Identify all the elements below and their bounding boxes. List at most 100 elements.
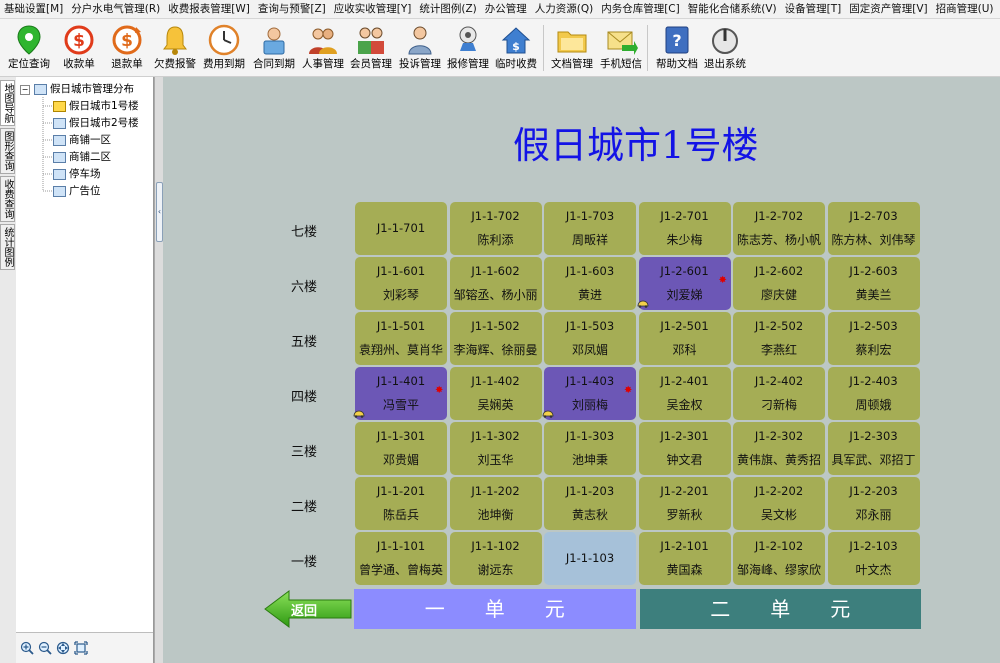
unit-code: J1-1-103 [565,551,615,565]
menu-item-1[interactable]: 分户水电气管理(R) [67,0,164,18]
unit-cell[interactable]: J1-2-301 钟文君 [638,422,731,475]
unit-cell[interactable]: J1-2-602 廖庆健 [733,257,825,310]
unit-cell[interactable]: J1-1-702 陈利添 [449,202,542,255]
unit-code: J1-1-702 [471,209,520,223]
unit-cell[interactable]: J1-1-301 邓贵媚 [355,422,447,475]
toolbar-button-11[interactable]: 文档管理 [547,21,597,75]
unit-cell[interactable]: J1-1-703 周畈祥 [544,202,636,255]
menu-item-5[interactable]: 统计图例(Z) [415,0,480,18]
unit-cell[interactable]: J1-1-202 池坤衡 [449,477,542,530]
people-icon [309,28,337,54]
tree-item-0[interactable]: 假日城市1号楼 [53,98,139,114]
unit-cell[interactable]: J1-1-602 邹镕丞、杨小丽 [449,257,542,310]
toolbar-button-12[interactable]: 手机短信 [596,21,646,75]
tree-item-4[interactable]: 停车场 [53,166,101,182]
unit-cell[interactable]: J1-1-303 池坤秉 [544,422,636,475]
toolbar-button-3[interactable]: 欠费报警 [150,21,200,75]
vtab-0[interactable]: 地图导航 [0,80,15,126]
toolbar-button-8[interactable]: 投诉管理 [395,21,445,75]
unit-cell[interactable]: J1-2-202 吴文彬 [733,477,825,530]
unit-cell[interactable]: J1-1-503 邓凤媚 [544,312,636,365]
toolbar-button-5[interactable]: 合同到期 [249,21,299,75]
unit-owner: 李海辉、徐丽曼 [453,343,538,357]
unit-cell[interactable]: J1-1-101 曾学通、曾梅英 [355,532,447,585]
unit-header-0[interactable]: 一 单 元 [354,589,636,629]
unit-cell[interactable]: J1-1-502 李海辉、徐丽曼 [449,312,542,365]
unit-cell[interactable]: J1-2-102 邹海峰、缪家欣 [733,532,825,585]
menu-item-4[interactable]: 应收实收管理[Y] [330,0,416,18]
tree-item-2[interactable]: 商铺一区 [53,132,111,148]
unit-cell[interactable]: J1-2-702 陈志芳、杨小帆 [733,202,825,255]
toolbar-button-14[interactable]: 退出系统 [700,21,750,75]
unit-cell[interactable]: J1-2-502 李燕红 [733,312,825,365]
panel-splitter[interactable]: ‹ [154,77,163,663]
menu-item-8[interactable]: 内务仓库管理[C] [597,0,684,18]
unit-cell[interactable]: J1-2-201 罗新秋 [638,477,731,530]
menu-item-0[interactable]: 基础设置[M] [0,0,67,18]
unit-cell[interactable]: J1-1-601 刘彩琴 [355,257,447,310]
tree-item-5[interactable]: 广告位 [53,183,101,199]
unit-code: J1-1-503 [565,319,615,333]
unit-cell[interactable]: J1-1-403 刘丽梅 ✸ [542,367,636,420]
unit-cell[interactable]: J1-1-603 黄进 [544,257,636,310]
menu-item-9[interactable]: 智能化合储系统(V) [684,0,781,18]
menu-item-11[interactable]: 固定资产管理[V] [845,0,931,18]
toolbar-button-7[interactable]: 会员管理 [346,21,396,75]
unit-cell[interactable]: J1-2-101 黄国森 [638,532,731,585]
zoom-in-icon[interactable] [20,641,34,655]
menu-item-3[interactable]: 查询与预警[Z] [254,0,330,18]
back-button[interactable]: 返回 [263,589,355,629]
unit-cell[interactable]: J1-2-302 黄伟旗、黄秀招 [733,422,825,475]
unit-cell[interactable]: J1-1-501 袁翔州、莫肖华 [355,312,447,365]
unit-code: J1-2-102 [754,539,804,553]
unit-cell[interactable]: J1-1-103 [544,532,636,585]
toolbar-button-9[interactable]: 报修管理 [443,21,493,75]
menu-item-7[interactable]: 人力资源(Q) [531,0,597,18]
unit-cell[interactable]: J1-1-402 吴娴英 [449,367,542,420]
unit-cell[interactable]: J1-2-603 黄美兰 [827,257,920,310]
unit-cell[interactable]: J1-1-701 [355,202,447,255]
vtab-3[interactable]: 统计图例 [0,224,15,270]
unit-cell[interactable]: J1-2-503 蔡利宏 [827,312,920,365]
toolbar-button-6[interactable]: 人事管理 [298,21,348,75]
toolbar-button-13[interactable]: ? 帮助文档 [652,21,702,75]
vtab-1[interactable]: 图形查询 [0,128,15,174]
unit-cell[interactable]: J1-2-402 刁新梅 [733,367,825,420]
menu-item-10[interactable]: 设备管理[T] [781,0,846,18]
unit-cell[interactable]: J1-2-403 周顿娥 [827,367,920,420]
menu-item-6[interactable]: 办公管理 [481,0,531,18]
unit-cell[interactable]: J1-2-601 刘爱娣 ✸ [637,257,731,310]
unit-cell[interactable]: J1-1-201 陈岳兵 [355,477,447,530]
toolbar-button-1[interactable]: $ 收款单 [54,21,104,75]
zoom-out-icon[interactable] [38,641,52,655]
pan-icon[interactable] [56,641,70,655]
toolbar-button-2[interactable]: $ 退款单 [102,21,152,75]
unit-cell[interactable]: J1-1-302 刘玉华 [449,422,542,475]
menu-item-2[interactable]: 收费报表管理[W] [164,0,254,18]
unit-cell[interactable]: J1-2-203 邓永丽 [827,477,920,530]
unit-cell[interactable]: J1-2-303 具军武、邓招丁 [827,422,920,475]
vehicle-icon [637,300,648,308]
vtab-2[interactable]: 收费查询 [0,176,15,222]
tree-item-3[interactable]: 商铺二区 [53,149,111,165]
menu-item-12[interactable]: 招商管理(U) [932,0,998,18]
toolbar-button-4[interactable]: 费用到期 [199,21,249,75]
toolbar-button-10[interactable]: $ 临时收费 [491,21,541,75]
fit-extent-icon[interactable] [74,641,88,655]
toolbar-button-0[interactable]: 定位查询 [4,21,54,75]
unit-header-1[interactable]: 二 单 元 [639,589,921,629]
unit-cell[interactable]: J1-2-401 吴金权 [638,367,731,420]
unit-owner: 朱少梅 [666,233,703,247]
unit-cell[interactable]: J1-2-703 陈方林、刘伟琴 [827,202,920,255]
unit-cell[interactable]: J1-1-102 谢远东 [449,532,542,585]
house-dollar-icon: $ [501,27,531,54]
unit-cell[interactable]: J1-2-501 邓科 [638,312,731,365]
toolbar-button-label: 投诉管理 [399,58,441,70]
collapse-chevron-icon[interactable]: ‹ [156,182,163,242]
unit-cell[interactable]: J1-2-103 叶文杰 [827,532,920,585]
unit-cell[interactable]: J1-1-203 黄志秋 [544,477,636,530]
unit-cell[interactable]: J1-2-701 朱少梅 [638,202,731,255]
tree-item-1[interactable]: 假日城市2号楼 [53,115,139,131]
unit-cell[interactable]: J1-1-401 冯雪平 ✸ [353,367,447,420]
toolbar-button-label: 退出系统 [704,58,746,70]
